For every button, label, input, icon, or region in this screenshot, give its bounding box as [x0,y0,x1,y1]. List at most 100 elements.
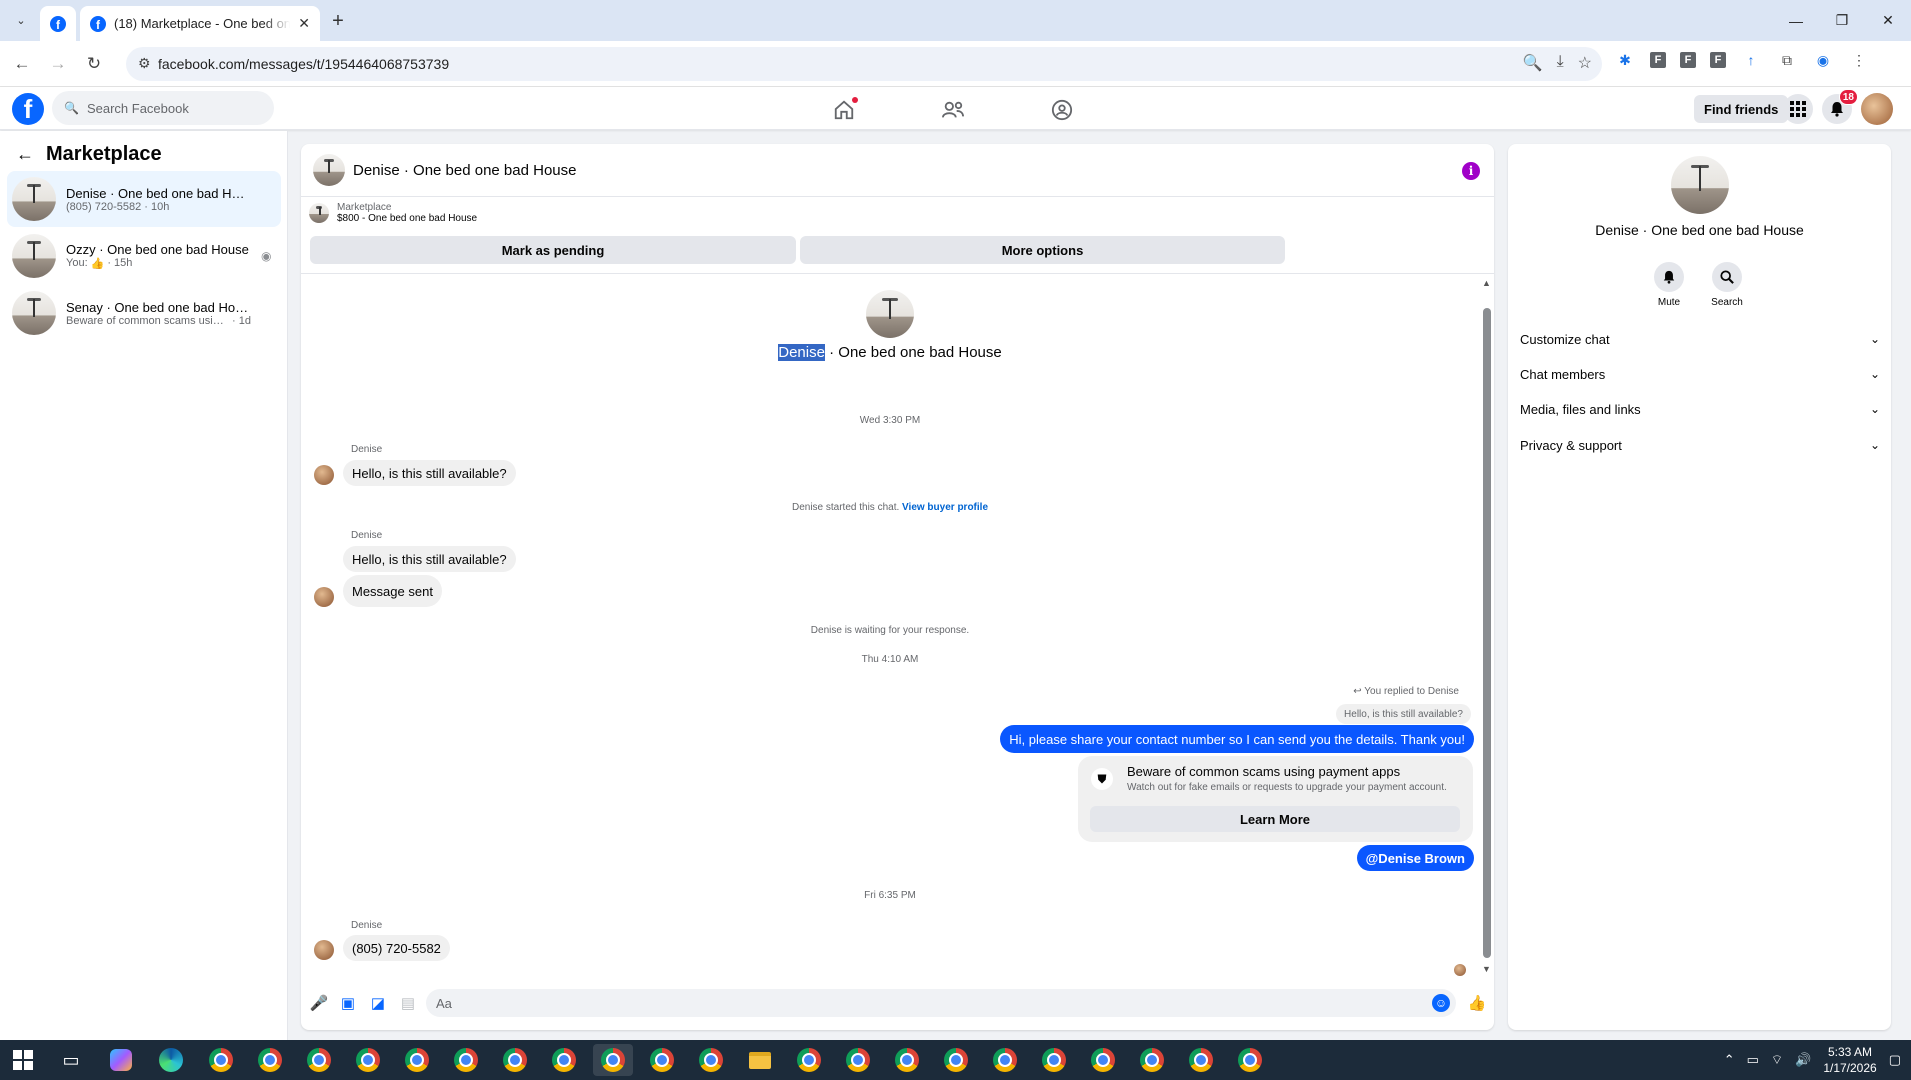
find-friends-button[interactable]: Find friends [1694,95,1789,123]
search-input[interactable] [86,100,257,116]
scrollbar-thumb[interactable] [1483,308,1491,958]
notification-center-icon[interactable]: ▢ [1889,1052,1901,1068]
tab-search-icon[interactable]: ⌄ [8,8,34,32]
chrome-icon[interactable] [250,1044,290,1076]
more-options-button[interactable]: More options [800,236,1285,264]
message-input[interactable] [426,989,1376,1017]
search-icon[interactable] [1712,262,1742,292]
chrome-icon[interactable] [1083,1044,1123,1076]
listing-summary[interactable]: Marketplace $800 - One bed one bad House [309,202,477,224]
incoming-message[interactable]: Hello, is this still available? [343,546,516,572]
outgoing-mention-message[interactable]: @Denise Brown [1356,845,1474,871]
chrome-icon[interactable] [1034,1044,1074,1076]
install-app-icon[interactable]: ⤓ [1557,53,1564,73]
media-files-links-section[interactable]: Media, files and links ⌄ [1520,393,1880,425]
task-view-icon[interactable]: ▭ [51,1044,91,1076]
chrome-icon[interactable] [1181,1044,1221,1076]
copilot-icon[interactable] [101,1044,141,1076]
chrome-icon[interactable] [544,1044,584,1076]
chrome-icon[interactable] [691,1044,731,1076]
chrome-icon[interactable] [838,1044,878,1076]
conversation-info-icon[interactable]: i [1462,162,1480,180]
gif-icon[interactable]: ▤ [397,992,419,1014]
zoom-icon[interactable]: 🔍 [1523,53,1543,73]
sticker-icon[interactable]: ◪ [367,992,389,1014]
mark-as-pending-button[interactable]: Mark as pending [310,236,796,264]
minimize-icon[interactable]: — [1773,0,1819,41]
conversation-item[interactable]: Senay · One bed one bad House Beware of … [7,285,281,341]
extensions-menu-icon[interactable]: ⧉ [1776,49,1798,71]
volume-icon[interactable]: 🔊 [1795,1052,1811,1068]
close-window-icon[interactable]: ✕ [1865,0,1911,41]
sender-avatar[interactable] [314,940,334,960]
reload-icon[interactable]: ↻ [82,52,106,76]
friends-nav-icon[interactable] [933,95,973,125]
listing-thumbnail[interactable] [313,154,345,186]
chat-members-section[interactable]: Chat members ⌄ [1520,358,1880,390]
chat-title[interactable]: Denise · One bed one bad House [353,162,576,179]
learn-more-button[interactable]: Learn More [1090,806,1460,832]
emoji-icon[interactable]: ☺ [1432,994,1450,1012]
like-thumb-icon[interactable]: 👍 [1466,992,1488,1014]
incoming-message[interactable]: (805) 720-5582 [343,935,450,961]
chrome-icon[interactable] [348,1044,388,1076]
incoming-message[interactable]: Hello, is this still available? [343,460,516,486]
message-input-box[interactable]: ☺ [426,989,1456,1017]
scroll-down-icon[interactable]: ▼ [1482,964,1491,974]
profile-icon[interactable]: ◉ [1812,49,1834,71]
mute-action[interactable]: Mute [1646,262,1692,308]
restore-icon[interactable]: ❐ [1819,0,1865,41]
extension-pin-icon[interactable]: ↑ [1740,49,1762,71]
forward-icon[interactable]: → [46,52,70,76]
chrome-icon[interactable] [642,1044,682,1076]
back-icon[interactable]: ← [10,52,34,76]
search-action[interactable]: Search [1704,262,1750,308]
notifications-bell-icon[interactable]: 18 [1822,89,1858,124]
network-icon[interactable]: ▭ [1747,1052,1759,1068]
scroll-up-icon[interactable]: ▲ [1482,278,1491,288]
chrome-icon[interactable] [985,1044,1025,1076]
home-nav-icon[interactable] [824,95,864,125]
file-explorer-icon[interactable] [740,1044,780,1076]
chrome-icon[interactable] [789,1044,829,1076]
menu-grid-icon[interactable] [1783,94,1813,124]
microphone-icon[interactable]: 🎤 [308,992,330,1014]
chrome-icon[interactable] [887,1044,927,1076]
tab-close-icon[interactable]: ✕ [298,15,310,32]
bell-icon[interactable] [1654,262,1684,292]
chrome-icon[interactable] [1132,1044,1172,1076]
incoming-message[interactable]: Message sent [343,575,442,607]
chrome-icon[interactable] [299,1044,339,1076]
chrome-icon[interactable] [936,1044,976,1076]
sender-avatar[interactable] [314,465,334,485]
back-arrow-icon[interactable]: ← [16,144,34,165]
customize-chat-section[interactable]: Customize chat ⌄ [1520,323,1880,355]
bookmark-star-icon[interactable]: ☆ [1578,53,1592,73]
wifi-icon[interactable]: ⌔ [1771,1052,1783,1068]
attach-photo-icon[interactable]: ▣ [337,992,359,1014]
groups-nav-icon[interactable] [1042,95,1082,125]
address-bar[interactable]: ⚙ facebook.com/messages/t/19544640687537… [126,47,1602,81]
edge-icon[interactable] [151,1044,191,1076]
privacy-support-section[interactable]: Privacy & support ⌄ [1520,429,1880,461]
clock[interactable]: 5:33 AM 1/17/2026 [1823,1044,1876,1076]
chrome-icon[interactable] [201,1044,241,1076]
conversation-item[interactable]: Ozzy · One bed one bad House You: 👍 · 15h … [7,228,281,284]
tray-overflow-icon[interactable]: ⌃ [1724,1052,1735,1068]
extension-puzzle-icon[interactable]: ✱ [1614,49,1636,71]
new-tab-icon[interactable]: + [326,9,350,33]
extension-f-icon[interactable]: F [1710,52,1726,68]
browser-menu-icon[interactable]: ⋮ [1848,49,1870,71]
view-buyer-profile-link[interactable]: View buyer profile [902,502,988,513]
chrome-icon[interactable] [1230,1044,1270,1076]
pinned-facebook-tab[interactable]: f [40,6,76,41]
message-scrollbar[interactable]: ▲ ▼ [1482,276,1491,976]
facebook-logo-icon[interactable]: f [12,93,44,125]
extension-f-icon[interactable]: F [1680,52,1696,68]
site-info-icon[interactable]: ⚙ [138,55,151,72]
conversation-item[interactable]: Denise · One bed one bad House (805) 720… [7,171,281,227]
sender-avatar[interactable] [314,587,334,607]
profile-avatar[interactable] [1861,93,1893,125]
chrome-icon[interactable] [593,1044,633,1076]
extension-f-icon[interactable]: F [1650,52,1666,68]
